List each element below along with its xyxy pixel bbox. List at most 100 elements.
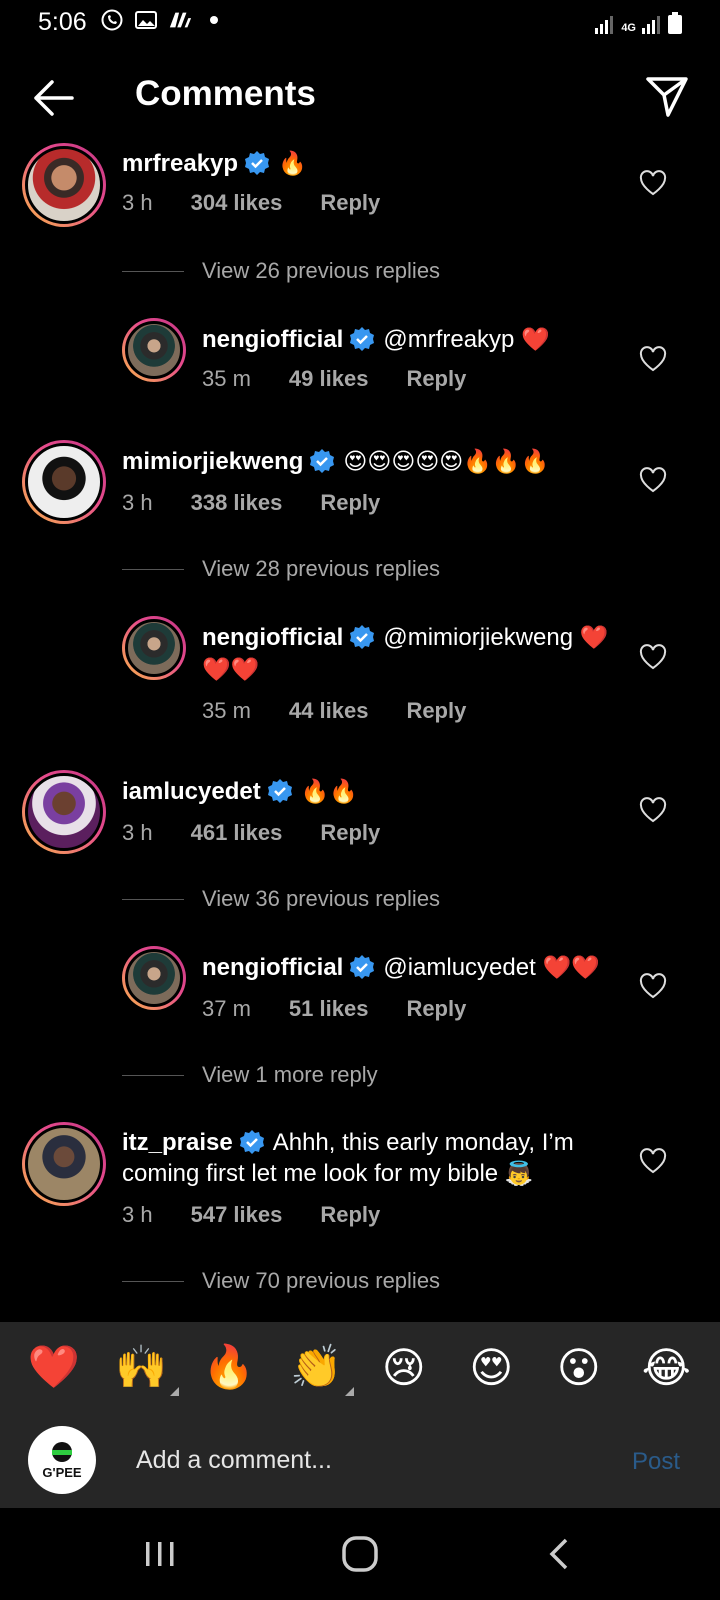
gallery-icon <box>134 8 158 32</box>
view-replies-button[interactable]: View 70 previous replies <box>122 1268 440 1294</box>
username[interactable]: mrfreakyp <box>122 150 238 177</box>
avatar[interactable] <box>122 616 186 680</box>
view-replies-button[interactable]: View 36 previous replies <box>122 886 440 912</box>
username[interactable]: nengiofficial <box>202 326 343 353</box>
system-nav-bar <box>0 1508 720 1600</box>
comment-meta: 35 m 49 likes Reply <box>202 366 504 392</box>
emoji-crying-button[interactable]: 😢 <box>374 1343 434 1392</box>
likes-count[interactable]: 51 likes <box>289 996 369 1022</box>
emoji-raised-hands-button[interactable]: 🙌 <box>111 1342 180 1396</box>
view-replies-button[interactable]: View 26 previous replies <box>122 258 440 284</box>
emoji-heart-button[interactable]: ❤️ <box>24 1343 84 1392</box>
divider <box>122 1074 184 1076</box>
comment-emoji: 👼 <box>504 1160 534 1186</box>
comment-emoji: 😍😍😍😍😍🔥🔥🔥 <box>343 448 550 474</box>
comment-emoji: ❤️❤️ <box>542 954 600 980</box>
logo-icon <box>52 1441 72 1462</box>
comment-body-2: coming first let me look for my bible <box>122 1160 499 1187</box>
emoji-glyph: 👏 <box>290 1342 343 1390</box>
comment-meta: 35 m 44 likes Reply <box>202 698 504 724</box>
view-more-replies-button[interactable]: View 1 more reply <box>122 1062 378 1088</box>
comment-meta: 3 h 461 likes Reply <box>122 820 418 846</box>
avatar[interactable] <box>22 770 106 854</box>
username[interactable]: mimiorjiekweng <box>122 448 303 475</box>
heart-icon[interactable] <box>639 170 667 196</box>
likes-count[interactable]: 547 likes <box>191 1202 283 1228</box>
reply-button[interactable]: Reply <box>320 820 380 846</box>
likes-count[interactable]: 461 likes <box>191 820 283 846</box>
username[interactable]: nengiofficial <box>202 954 343 981</box>
mention[interactable]: @mimiorjiekweng <box>383 624 573 651</box>
comment-input-bar: G'PEE Add a comment... Post <box>0 1412 720 1508</box>
post-button[interactable]: Post <box>632 1448 680 1476</box>
comment-emoji: ❤️ <box>521 326 550 352</box>
view-replies-label: View 36 previous replies <box>202 886 441 911</box>
comment-meta: 3 h 547 likes Reply <box>122 1202 418 1228</box>
emoji-glyph: 🙌 <box>115 1342 168 1390</box>
comment-meta: 3 h 338 likes Reply <box>122 490 418 516</box>
emoji-fire-button[interactable]: 🔥 <box>199 1343 259 1392</box>
likes-count[interactable]: 49 likes <box>289 366 369 392</box>
share-button[interactable] <box>644 74 690 120</box>
avatar[interactable] <box>122 318 186 382</box>
reply-text: nengiofficial @iamlucyedet ❤️❤️ <box>202 952 600 983</box>
app-notification-icon <box>168 8 192 32</box>
avatar[interactable] <box>22 1122 106 1206</box>
reply-text-cont: ❤️❤️ <box>202 654 259 685</box>
comment-text-cont: coming first let me look for my bible 👼 <box>122 1158 533 1189</box>
timestamp: 35 m <box>202 698 251 723</box>
verified-badge-icon <box>350 327 375 351</box>
username[interactable]: itz_praise <box>122 1129 233 1156</box>
reply-button[interactable]: Reply <box>406 996 466 1022</box>
likes-count[interactable]: 304 likes <box>191 190 283 216</box>
whatsapp-icon <box>100 8 124 32</box>
heart-icon[interactable] <box>639 644 667 670</box>
heart-icon[interactable] <box>639 797 667 823</box>
reply-button[interactable]: Reply <box>320 490 380 516</box>
reply-button[interactable]: Reply <box>406 698 466 724</box>
system-status-icons: 4G <box>595 12 682 34</box>
recent-apps-icon[interactable] <box>140 1534 180 1574</box>
heart-icon[interactable] <box>639 346 667 372</box>
page-title: Comments <box>135 74 316 113</box>
likes-count[interactable]: 44 likes <box>289 698 369 724</box>
view-replies-label: View 70 previous replies <box>202 1268 441 1293</box>
mention[interactable]: @iamlucyedet <box>383 954 535 981</box>
avatar[interactable] <box>22 143 106 227</box>
emoji-clap-button[interactable]: 👏 <box>286 1342 355 1396</box>
arrow-left-icon <box>34 80 74 116</box>
heart-icon[interactable] <box>639 1148 667 1174</box>
emoji-laughing-button[interactable]: 😂 <box>636 1343 696 1392</box>
emoji-surprised-button[interactable]: 😮 <box>549 1343 609 1392</box>
my-avatar: G'PEE <box>28 1426 96 1494</box>
comment-meta: 3 h 304 likes Reply <box>122 190 418 216</box>
verified-badge-icon <box>310 449 335 473</box>
view-replies-button[interactable]: View 28 previous replies <box>122 556 440 582</box>
comment-emoji: 🔥🔥 <box>300 778 359 804</box>
comment-text: iamlucyedet 🔥🔥 <box>122 776 358 807</box>
timestamp: 3 h <box>122 190 153 215</box>
variant-indicator-icon <box>345 1386 355 1396</box>
emoji-heart-eyes-button[interactable]: 😍 <box>461 1343 521 1392</box>
avatar[interactable] <box>22 440 106 524</box>
home-icon[interactable] <box>340 1534 380 1574</box>
mention[interactable]: @mrfreakyp <box>383 326 514 353</box>
heart-icon[interactable] <box>639 467 667 493</box>
reply-button[interactable]: Reply <box>320 190 380 216</box>
verified-badge-icon <box>245 151 270 175</box>
signal-icon-2 <box>642 16 660 34</box>
back-button[interactable] <box>30 76 76 120</box>
username[interactable]: nengiofficial <box>202 624 343 651</box>
reply-button[interactable]: Reply <box>320 1202 380 1228</box>
heart-icon[interactable] <box>639 973 667 999</box>
view-replies-label: View 28 previous replies <box>202 556 441 581</box>
likes-count[interactable]: 338 likes <box>191 490 283 516</box>
comment-input[interactable]: Add a comment... <box>136 1446 332 1475</box>
username[interactable]: iamlucyedet <box>122 778 261 805</box>
network-type: 4G <box>621 22 636 34</box>
avatar-label: G'PEE <box>42 1464 82 1480</box>
reply-button[interactable]: Reply <box>406 366 466 392</box>
status-bar: 5:06 4G <box>0 0 720 46</box>
avatar[interactable] <box>122 946 186 1010</box>
back-nav-icon[interactable] <box>540 1534 580 1574</box>
